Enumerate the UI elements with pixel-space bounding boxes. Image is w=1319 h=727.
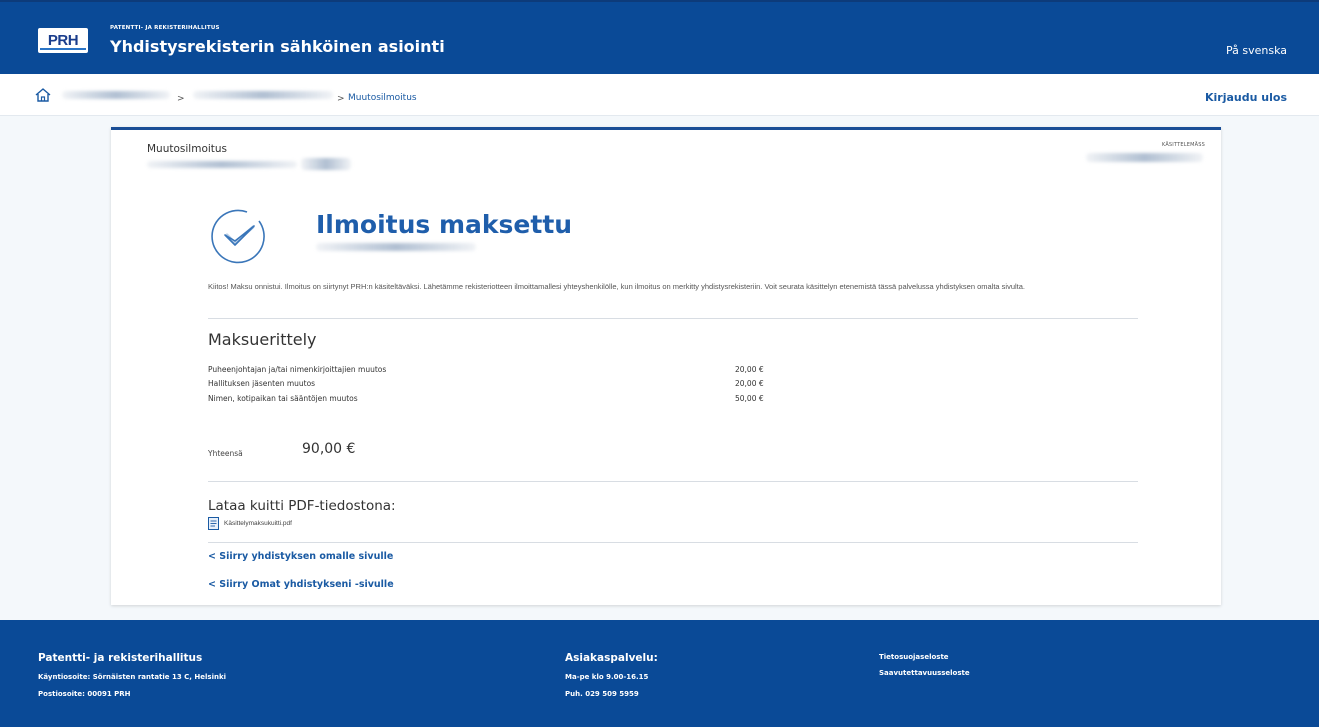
divider [208,481,1138,482]
pdf-filename: Käsittelymaksukuitti.pdf [224,519,292,527]
service-title: Yhdistysrekisterin sähköinen asiointi [110,37,445,56]
association-name-redacted [147,161,297,168]
total-label: Yhteensä [208,449,243,458]
breakdown-title: Maksuerittely [208,330,317,349]
logo-text: PRH [47,32,79,49]
breadcrumb-item-redacted-2[interactable] [193,91,333,99]
footer-postal-address: Postiosoite: 00091 PRH [38,690,131,698]
fee-label: Nimen, kotipaikan tai sääntöjen muutos [208,394,358,403]
checkmark-circle-icon [211,209,265,264]
fee-row: Hallituksen jäsenten muutos 20,00 € [208,379,808,391]
fee-row: Nimen, kotipaikan tai sääntöjen muutos 5… [208,394,808,406]
notice-subtitle-redacted [316,243,476,251]
fee-amount: 50,00 € [735,394,764,403]
fee-row: Puheenjohtajan ja/tai nimenkirjoittajien… [208,365,808,377]
association-id-redacted [301,158,351,170]
status-badge: KÄSITTELEMÄSS [1161,142,1205,148]
divider [208,542,1138,543]
breadcrumb-separator: > [337,94,345,104]
logo-underline [40,48,86,50]
page-title: Ilmoitus maksettu [316,210,573,239]
fee-amount: 20,00 € [735,379,764,388]
pdf-section-title: Lataa kuitti PDF-tiedostona: [208,498,396,514]
logout-link[interactable]: Kirjaudu ulos [1205,91,1287,104]
breadcrumb: > > Muutosilmoitus Kirjaudu ulos [0,74,1319,116]
home-icon[interactable] [34,87,52,103]
footer-service-phone: Puh. 029 509 5959 [565,690,639,698]
payment-confirmation-card: Muutosilmoitus KÄSITTELEMÄSS Ilmoitus ma… [111,127,1221,605]
my-associations-link[interactable]: < Siirry Omat yhdistykseni -sivulle [208,579,394,590]
document-icon [208,516,219,530]
footer-service-hours: Ma-pe klo 9.00-16.15 [565,673,649,681]
breadcrumb-current: Muutosilmoitus [348,93,417,103]
card-title: Muutosilmoitus [147,143,228,155]
breadcrumb-separator: > [177,94,185,104]
fee-amount: 20,00 € [735,365,764,374]
privacy-policy-link[interactable]: Tietosuojaseloste [879,653,949,661]
divider [208,318,1138,319]
accessibility-statement-link[interactable]: Saavutettavuusseloste [879,669,970,677]
association-page-link[interactable]: < Siirry yhdistyksen omalle sivulle [208,551,393,562]
prh-logo[interactable]: PRH [38,28,88,53]
status-value-redacted [1086,153,1203,162]
confirmation-text: Kiitos! Maksu onnistui. Ilmoitus on siir… [208,282,1026,291]
org-name-small: Patentti- ja rekisterihallitus [110,25,220,31]
breadcrumb-item-redacted-1[interactable] [62,91,170,99]
language-switch-link[interactable]: På svenska [1226,44,1287,57]
site-header: PRH Patentti- ja rekisterihallitus Yhdis… [0,0,1319,74]
footer-service-title: Asiakaspalvelu: [565,652,658,664]
receipt-pdf-link[interactable]: Käsittelymaksukuitti.pdf [208,515,292,531]
fee-label: Puheenjohtajan ja/tai nimenkirjoittajien… [208,365,387,374]
total-value: 90,00 € [302,441,356,457]
footer-visit-address: Käyntiosoite: Sörnäisten rantatie 13 C, … [38,673,227,681]
footer-org-name: Patentti- ja rekisterihallitus [38,652,203,664]
site-footer: Patentti- ja rekisterihallitus Käyntioso… [0,620,1319,727]
fee-label: Hallituksen jäsenten muutos [208,379,316,388]
